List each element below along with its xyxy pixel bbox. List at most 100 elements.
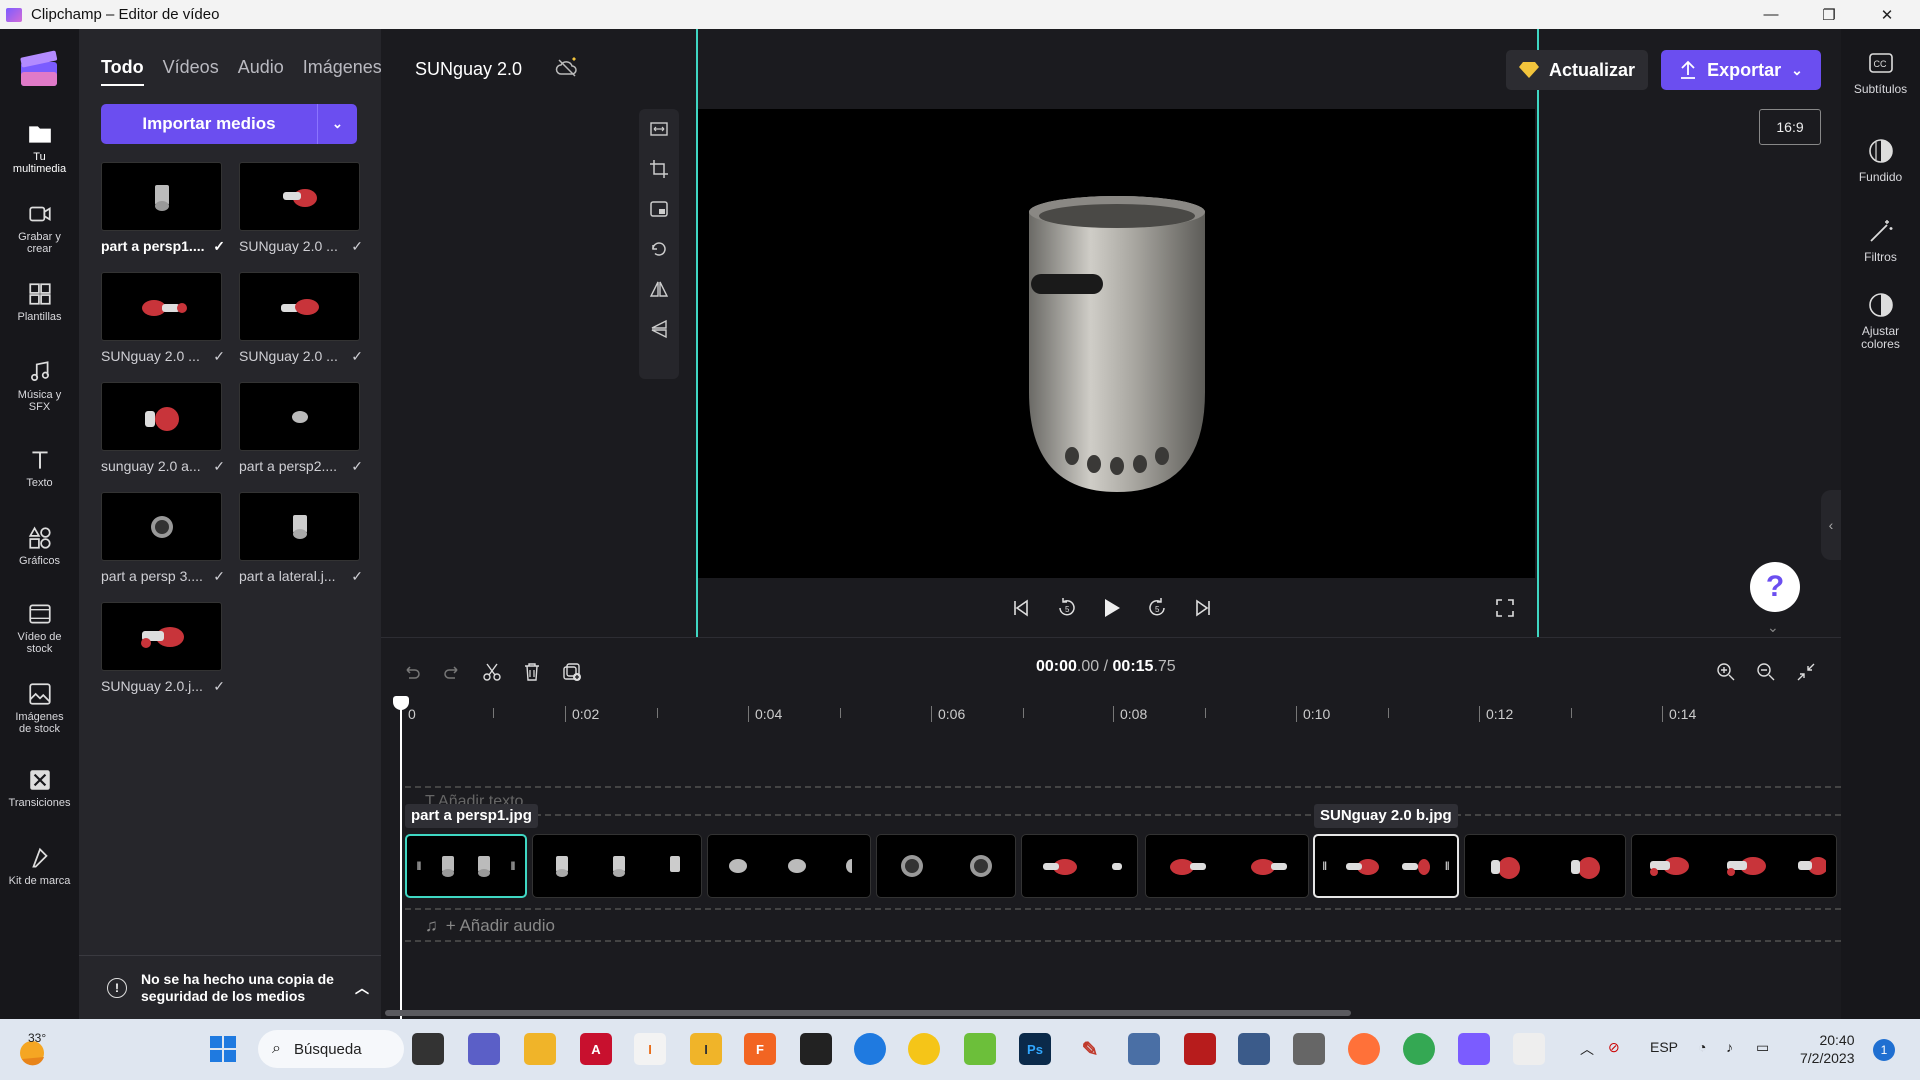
redo-button[interactable] (439, 659, 465, 685)
media-thumbnail[interactable] (101, 492, 222, 561)
collapse-properties-panel-button[interactable]: ‹ (1821, 490, 1841, 560)
minimize-button[interactable]: — (1742, 0, 1800, 29)
media-thumbnail[interactable] (101, 162, 222, 231)
nav-your-media[interactable]: Tu multimedia (0, 121, 79, 193)
nav-templates[interactable]: Plantillas (0, 281, 79, 353)
fit-timeline-button[interactable] (1793, 659, 1819, 685)
playhead[interactable] (393, 696, 409, 1020)
start-button[interactable] (207, 1033, 239, 1065)
photoshop-icon[interactable]: Ps (1019, 1033, 1051, 1065)
import-media-button[interactable]: Importar medios ⌄ (101, 104, 357, 144)
add-audio-track[interactable]: ♫ + Añadir audio (405, 908, 1841, 942)
clipchamp-taskbar-icon[interactable] (1458, 1033, 1490, 1065)
delete-button[interactable] (519, 659, 545, 685)
fusion-360-icon[interactable]: F (744, 1033, 776, 1065)
timeline-clip[interactable] (1464, 834, 1626, 898)
backup-notice[interactable]: ! No se ha hecho una copia de seguridad … (79, 955, 381, 1019)
task-view-icon[interactable] (412, 1033, 444, 1065)
timeline-clip[interactable] (707, 834, 871, 898)
nav-captions[interactable]: CC Subtítulos (1841, 49, 1920, 96)
skip-to-end-button[interactable] (1189, 594, 1217, 622)
nav-stock-images[interactable]: Imágenes de stock (0, 681, 79, 753)
flip-horizontal-button[interactable] (639, 269, 679, 309)
wifi-icon[interactable]: ◔ (1698, 1039, 1706, 1055)
skip-to-start-button[interactable] (1007, 594, 1035, 622)
rhino-icon[interactable] (800, 1033, 832, 1065)
virtualbox-icon[interactable] (1238, 1033, 1270, 1065)
rotate-button[interactable] (639, 229, 679, 269)
settings-app-icon[interactable] (854, 1033, 886, 1065)
media-thumbnail[interactable] (239, 162, 360, 231)
play-button[interactable] (1097, 594, 1125, 622)
folder-app-icon[interactable] (1513, 1033, 1545, 1065)
timeline-clip[interactable] (1631, 834, 1837, 898)
shield-app-icon[interactable] (1184, 1033, 1216, 1065)
media-thumbnail[interactable] (239, 382, 360, 451)
timeline-ruler[interactable]: 0 0:02 0:04 0:06 0:08 0:10 0:12 0:14 (401, 700, 1841, 730)
nav-brand-kit[interactable]: Kit de marca (0, 845, 79, 917)
pencil-app-icon[interactable]: ✎ (1074, 1033, 1106, 1065)
add-text-track[interactable]: T Añadir texto (405, 786, 1841, 816)
inventor-pro-icon[interactable]: I (690, 1033, 722, 1065)
notification-badge[interactable]: 1 (1873, 1039, 1895, 1061)
update-button[interactable]: Actualizar (1506, 50, 1648, 90)
split-button[interactable] (479, 659, 505, 685)
battery-icon[interactable]: ▭ (1756, 1039, 1769, 1056)
nav-transitions[interactable]: Transiciones (0, 767, 79, 839)
tab-videos[interactable]: Vídeos (163, 57, 219, 86)
fit-button[interactable] (639, 109, 679, 149)
zoom-in-button[interactable] (1713, 659, 1739, 685)
timeline-clip-selected[interactable]: ‖ ‖ (1313, 834, 1459, 898)
pip-button[interactable] (639, 189, 679, 229)
nav-fade[interactable]: Fundido (1841, 137, 1920, 184)
nvidia-icon[interactable] (964, 1033, 996, 1065)
nav-adjust-colors[interactable]: Ajustar colores (1841, 291, 1920, 351)
nav-filters[interactable]: Filtros (1841, 217, 1920, 264)
nav-record-create[interactable]: Grabar y crear (0, 201, 79, 273)
tab-all[interactable]: Todo (101, 57, 144, 86)
teams-icon[interactable] (468, 1033, 500, 1065)
media-thumbnail[interactable] (101, 602, 222, 671)
import-dropdown-chevron-icon[interactable]: ⌄ (317, 104, 357, 144)
nav-graphics[interactable]: Gráficos (0, 525, 79, 597)
timeline-clip[interactable] (876, 834, 1016, 898)
media-thumbnail[interactable] (101, 272, 222, 341)
forward-5s-button[interactable]: 5 (1143, 594, 1171, 622)
help-button[interactable]: ? (1750, 562, 1800, 612)
chevron-down-icon[interactable]: ⌄ (1767, 619, 1779, 636)
timeline-scrollbar[interactable] (385, 1010, 1351, 1016)
tab-images[interactable]: Imágenes (303, 57, 382, 86)
chrome-icon[interactable] (1403, 1033, 1435, 1065)
network-warning-icon[interactable]: ⊘ (1608, 1039, 1620, 1056)
aspect-ratio-button[interactable]: 16:9 (1759, 109, 1821, 145)
firefox-icon[interactable] (1348, 1033, 1380, 1065)
timeline-clip[interactable] (1145, 834, 1309, 898)
nav-stock-video[interactable]: Vídeo de stock (0, 601, 79, 673)
language-indicator[interactable]: ESP (1650, 1039, 1678, 1055)
volume-icon[interactable]: ♪ (1726, 1039, 1733, 1055)
file-explorer-icon[interactable] (524, 1033, 556, 1065)
tab-audio[interactable]: Audio (238, 57, 284, 86)
undo-button[interactable] (399, 659, 425, 685)
media-thumbnail[interactable] (239, 492, 360, 561)
zoom-out-button[interactable] (1753, 659, 1779, 685)
media-thumbnail[interactable] (101, 382, 222, 451)
fullscreen-button[interactable] (1491, 594, 1519, 622)
project-name[interactable]: SUNguay 2.0 (415, 59, 522, 80)
autocad-icon[interactable]: A (580, 1033, 612, 1065)
tray-overflow-chevron-icon[interactable]: ︿ (1580, 1039, 1594, 1059)
inventor-icon[interactable]: I (634, 1033, 666, 1065)
crop-button[interactable] (639, 149, 679, 189)
rewind-5s-button[interactable]: 5 (1053, 594, 1081, 622)
timeline-clip[interactable] (1021, 834, 1138, 898)
clipchamp-logo[interactable] (19, 48, 59, 88)
restore-button[interactable]: ❐ (1800, 0, 1858, 29)
system-clock[interactable]: 20:40 7/2/2023 (1800, 1031, 1855, 1067)
timeline-clip[interactable] (532, 834, 702, 898)
chevron-up-icon[interactable]: ︿ (355, 978, 369, 998)
nav-text[interactable]: Texto (0, 447, 79, 519)
duplicate-button[interactable] (559, 659, 585, 685)
close-button[interactable]: ✕ (1858, 0, 1916, 29)
flip-vertical-button[interactable] (639, 309, 679, 349)
taskbar-search[interactable]: ⌕ Búsqueda (258, 1030, 404, 1068)
